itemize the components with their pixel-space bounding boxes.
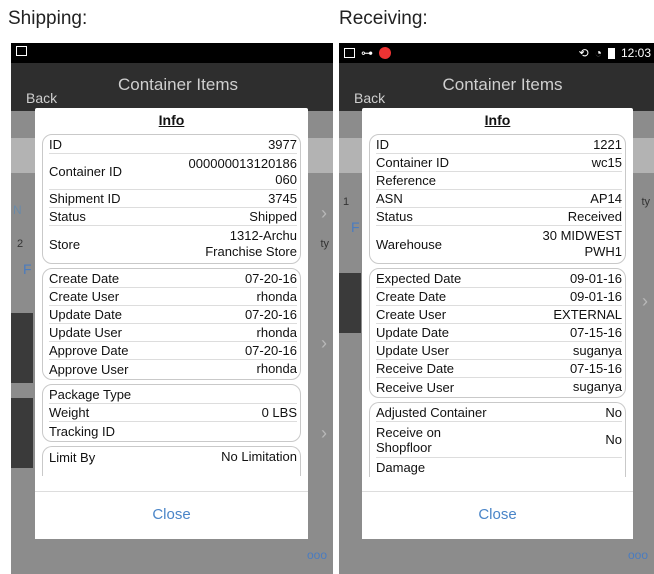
wifi-icon: ◔ [594,46,602,60]
app-header: Back Container Items [339,63,654,111]
info-row: Container ID 000000013120186 060 [49,154,297,190]
info-dialog: Info ID 1221 Container ID wc15 Reference A… [362,108,633,539]
dialog-title: Info [484,112,511,128]
page-title: Container Items [118,75,238,94]
app-header: Back Container Items [11,63,333,111]
bg-text-ty: ty [641,196,650,208]
clock-time: 12:03 [620,46,651,60]
info-group-package: Package Type Weight 0 LBS Tracking ID [42,384,301,442]
bg-thumbnail [339,273,361,333]
info-row: Update Date 07-20-16 [49,306,297,324]
info-row: Update User suganya [376,342,622,360]
info-row: Warehouse 30 MIDWEST PWH1 [376,228,622,259]
image-notification-icon [344,48,355,58]
info-row: Tracking ID [49,423,115,439]
bg-thumbnail [11,398,33,468]
info-row: Status Received [376,208,622,226]
bg-text-f: F [351,219,360,235]
info-group-flags: Adjusted Container No Receive on Shopfloo… [369,402,626,477]
shipping-caption: Shipping: [8,8,88,29]
info-group-audit: Create Date 07-20-16 Create User rhonda Up… [42,268,301,380]
info-row: Create Date 07-20-16 [49,270,297,288]
info-group-identity: ID 1221 Container ID wc15 Reference ASN AP1… [369,134,626,264]
info-row: Approve Date 07-20-16 [49,342,297,360]
bg-text-2: 2 [17,238,24,250]
info-row: Adjusted Container No [376,404,622,422]
bg-text-f: F [23,261,32,277]
info-row: Reference [376,172,622,190]
status-bar [11,43,333,63]
receiving-caption: Receiving: [339,8,428,29]
info-row: Update User rhonda [49,324,297,342]
bg-text-1: 1 [343,196,350,208]
receiving-screen: ⊶ ⟲ ◔ 12:03 Back Container Items 1 F ty … [339,43,654,574]
info-group-limit: Limit By No Limitation [42,446,301,476]
info-dialog: Info ID 3977 Container ID 000000013120186 … [35,108,308,539]
chevron-right-icon: › [321,333,327,353]
close-button[interactable]: Close [35,491,308,539]
info-row: Shipment ID 3745 [49,190,297,208]
page-title: Container Items [442,75,563,94]
bg-thumbnail [11,313,33,383]
info-row: ID 3977 [49,136,297,154]
shipping-screen: Back Container Items N 2 F ty › › › ooo … [11,43,333,574]
info-group-identity: ID 3977 Container ID 000000013120186 060 S… [42,134,301,264]
more-options-icon[interactable]: ooo [307,548,327,562]
status-bar: ⊶ ⟲ ◔ 12:03 [339,43,654,63]
info-row: Expected Date 09-01-16 [376,270,622,288]
chevron-right-icon: › [321,423,327,443]
bg-text-ty: ty [320,238,329,250]
chevron-right-icon: › [642,291,648,311]
info-row: Store 1312-Archu Franchise Store [49,228,297,259]
info-group-audit: Expected Date 09-01-16 Create Date 09-01-1… [369,268,626,398]
info-row: Create Date 09-01-16 [376,288,622,306]
info-row: Limit By No Limitation [49,449,297,465]
info-row: Create User rhonda [49,288,297,306]
info-row: Approve User rhonda [49,361,297,377]
rotate-icon: ⟲ [578,46,589,60]
info-row: Receive on Shopfloor No [376,422,622,458]
image-notification-icon [16,46,27,56]
info-row: Receive User suganya [376,379,622,395]
chevron-right-icon: › [321,203,327,223]
info-row: Package Type [49,386,297,404]
info-row: Damage [376,459,426,475]
info-row: Container ID wc15 [376,154,622,172]
info-row: Weight 0 LBS [49,404,297,422]
bg-text-n: N [13,203,22,217]
info-row: Create User EXTERNAL [376,306,622,324]
battery-icon [607,47,615,59]
dialog-title: Info [158,112,185,128]
info-row: Status Shipped [49,208,297,226]
info-row: Update Date 07-15-16 [376,324,622,342]
close-button[interactable]: Close [362,491,633,539]
more-options-icon[interactable]: ooo [628,548,648,562]
info-row: ASN AP14 [376,190,622,208]
info-row: Receive Date 07-15-16 [376,360,622,378]
key-icon: ⊶ [361,46,373,60]
info-row: ID 1221 [376,136,622,154]
alert-icon [379,47,391,59]
